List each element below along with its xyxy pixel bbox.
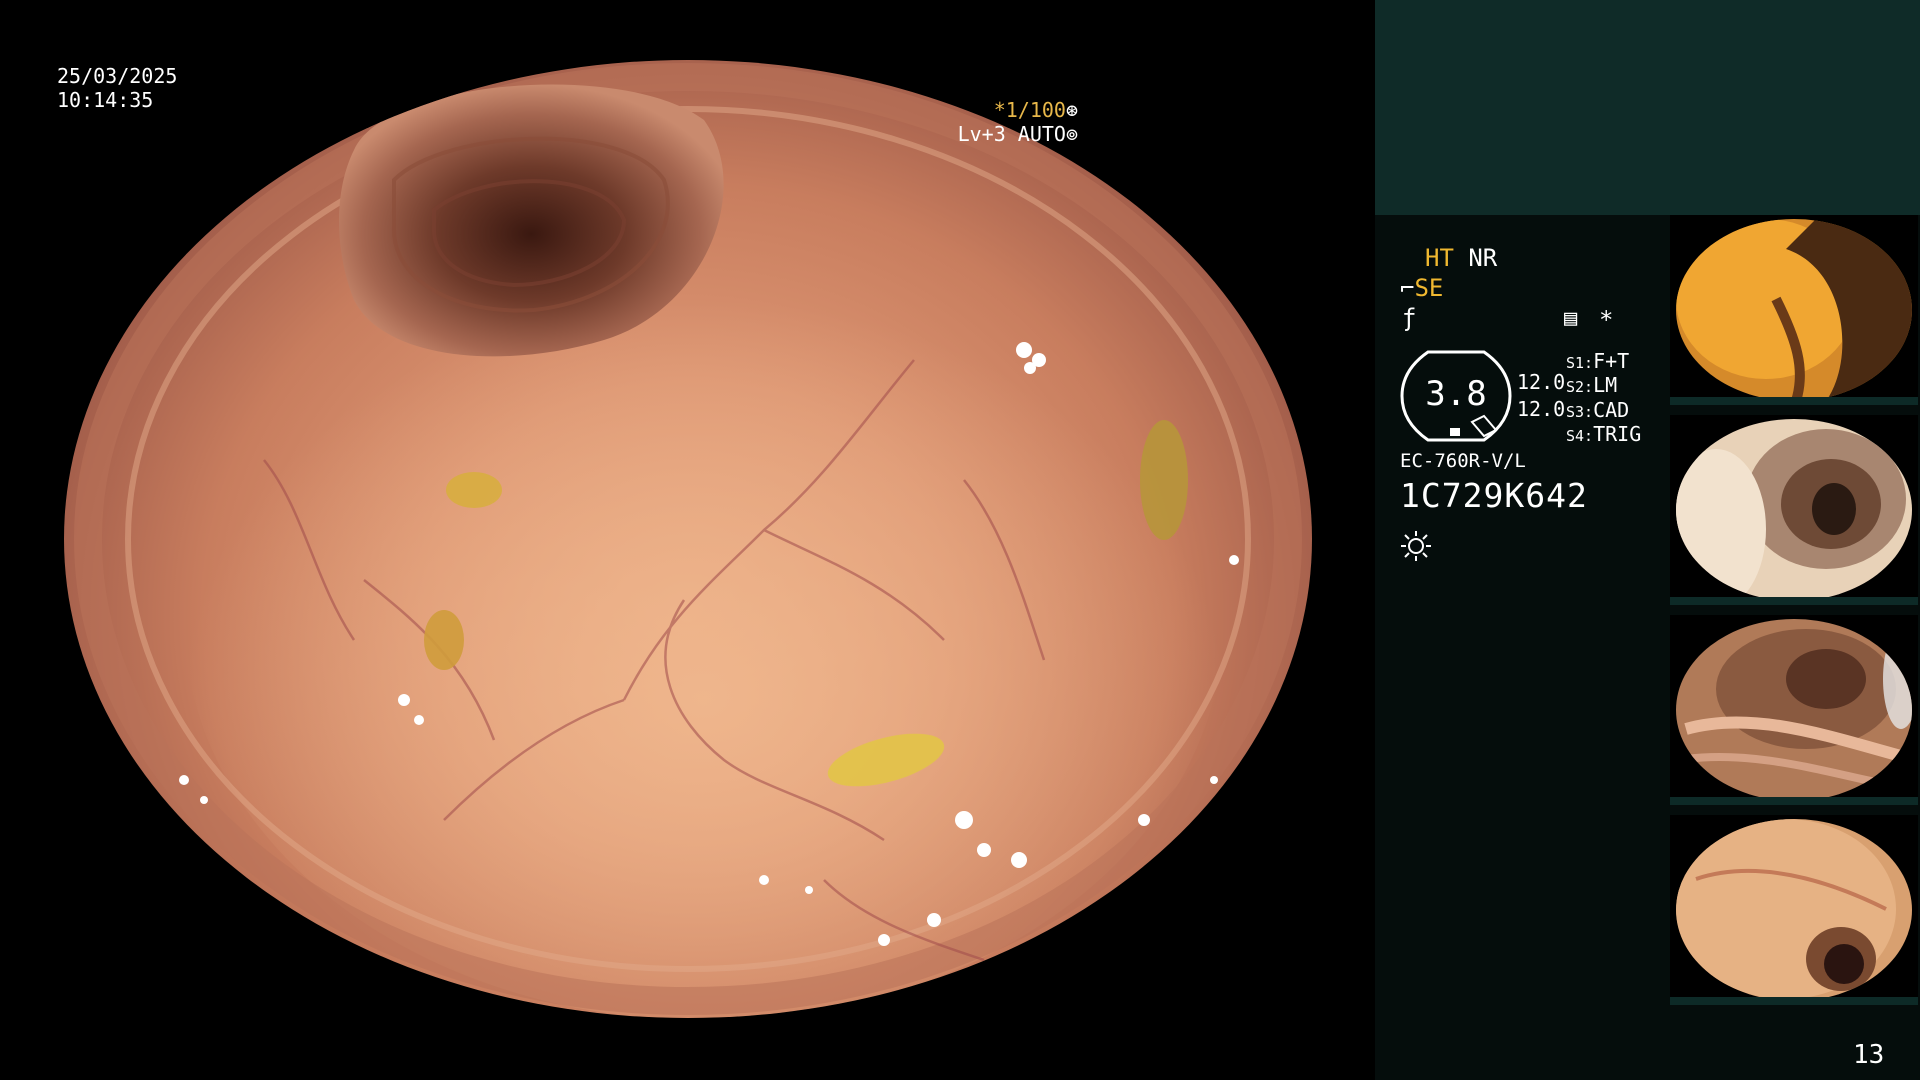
- light-source-icon: [1401, 531, 1431, 561]
- thumbnail-picture: [1676, 819, 1912, 1001]
- thumbnail-picture: [1676, 619, 1912, 801]
- thumbnail-picture: [1676, 419, 1912, 601]
- switch-value: CAD: [1593, 398, 1630, 422]
- shutter-speed-text: *1/100: [993, 98, 1066, 122]
- mode-ht-label: HT: [1425, 244, 1454, 272]
- switch-3-row: S3:CAD: [1566, 398, 1629, 422]
- date-time-readout: 25/03/2025 10:14:35: [57, 64, 177, 112]
- info-panel-header: [1375, 0, 1920, 215]
- iris-level-text: Lv+3 AUTO: [957, 122, 1066, 146]
- thumbnail-3[interactable]: [1670, 615, 1918, 805]
- switch-value: F+T: [1593, 349, 1630, 373]
- thumbnail-image: [1676, 619, 1912, 801]
- thumbnail-divider: [1670, 397, 1918, 405]
- switch-4-row: S4:TRIG: [1566, 422, 1641, 446]
- thumbnail-4[interactable]: [1670, 815, 1918, 1005]
- colon-mucosa-image: [74, 63, 1302, 1018]
- scope-serial-text: 1C729K642: [1400, 476, 1588, 515]
- mode-se-label: SE: [1414, 274, 1444, 302]
- value-b: 12.0: [1517, 397, 1566, 421]
- structure-enhance-icon: ⌐: [1400, 274, 1415, 302]
- thumbnail-image: [1676, 819, 1912, 1001]
- mode-se: ⌐SE: [1400, 274, 1443, 302]
- thumbnail-divider: [1670, 597, 1918, 605]
- mode-nr-label: NR: [1468, 244, 1498, 272]
- switch-1-row: S1:F+T: [1566, 349, 1629, 373]
- thumbnail-image: [1676, 419, 1912, 601]
- exposure-readout: *1/100⊛ Lv+3 AUTO⊚: [958, 98, 1078, 146]
- thumbnail-2[interactable]: [1670, 415, 1918, 605]
- switch-2-row: S2:LM: [1566, 373, 1617, 397]
- thumbnail-divider: [1670, 997, 1918, 1005]
- aperture-icon: ⊛: [1065, 98, 1078, 122]
- mode-ht-nr: HT NR: [1425, 244, 1497, 272]
- thumbnail-picture: [1676, 219, 1912, 401]
- switch-label: S1:: [1566, 354, 1594, 372]
- star-indicator: *: [1599, 306, 1614, 334]
- switch-value: LM: [1593, 373, 1618, 397]
- switch-value: TRIG: [1593, 422, 1642, 446]
- switch-label: S2:: [1566, 378, 1594, 396]
- enhance-curve-icon: ƒ: [1402, 304, 1417, 332]
- iris-icon: ⊚: [1065, 122, 1078, 146]
- date-text: 25/03/2025: [57, 64, 178, 88]
- endoscopy-live-view: [64, 60, 1312, 1018]
- time-text: 10:14:35: [57, 88, 154, 112]
- scope-model-text: EC-760R-V/L: [1400, 450, 1526, 472]
- switch-label: S4:: [1566, 427, 1594, 445]
- page-number: 13: [1853, 1040, 1885, 1070]
- switch-label: S3:: [1566, 403, 1594, 421]
- thumbnail-image: [1676, 219, 1912, 401]
- thumbnail-divider: [1670, 797, 1918, 805]
- record-icon: ▤: [1564, 306, 1578, 331]
- thumbnail-1[interactable]: [1670, 215, 1918, 405]
- value-a: 12.0: [1517, 370, 1566, 394]
- endoscopy-screen: 25/03/2025 10:14:35 *1/100⊛ Lv+3 AUTO⊚ H…: [0, 0, 1920, 1080]
- gauge-value: 3.8: [1425, 374, 1487, 414]
